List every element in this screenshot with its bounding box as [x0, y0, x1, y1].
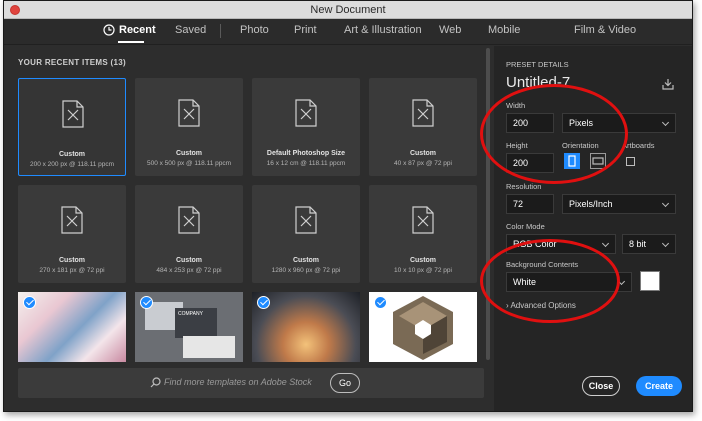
tab-recent[interactable]: Recent — [119, 24, 156, 36]
document-icon — [412, 99, 434, 127]
artboards-checkbox[interactable] — [626, 157, 635, 166]
background-color-swatch[interactable] — [640, 271, 660, 291]
preset-card-custom-200[interactable]: Custom 200 x 200 px @ 118.11 ppcm — [18, 78, 126, 176]
title-bar: New Document — [4, 1, 692, 19]
preset-card-custom-270[interactable]: Custom 270 x 181 px @ 72 ppi — [18, 185, 126, 283]
template-page: COMPANY — [175, 308, 217, 338]
close-button[interactable]: Close — [582, 376, 620, 396]
window-title: New Document — [310, 4, 386, 16]
category-tabs: Recent Saved Photo Print Art & Illustrat… — [4, 19, 692, 45]
preset-size: 16 x 12 cm @ 118.11 ppcm — [266, 160, 346, 167]
search-icon — [150, 377, 161, 388]
recent-image-watercolor[interactable] — [18, 292, 126, 362]
preset-size: 200 x 200 px @ 118.11 ppcm — [29, 161, 115, 168]
document-icon — [412, 206, 434, 234]
recent-items-scrollbar[interactable] — [486, 48, 490, 360]
preset-card-custom-1280[interactable]: Custom 1280 x 960 px @ 72 ppi — [252, 185, 360, 283]
tab-photo[interactable]: Photo — [240, 24, 269, 36]
adobe-stock-search-bar[interactable]: Find more templates on Adobe Stock Go — [18, 368, 484, 398]
preset-name: Custom — [409, 257, 437, 264]
tab-film-video[interactable]: Film & Video — [574, 24, 636, 36]
document-icon — [62, 100, 84, 128]
go-button[interactable]: Go — [330, 373, 360, 393]
preset-size: 270 x 181 px @ 72 ppi — [39, 267, 105, 274]
preset-size: 10 x 10 px @ 72 ppi — [394, 267, 452, 274]
document-icon — [178, 99, 200, 127]
recent-image-hexagon[interactable] — [369, 292, 477, 362]
create-button[interactable]: Create — [636, 376, 682, 396]
resolution-unit-select[interactable]: Pixels/Inch — [562, 194, 676, 214]
document-icon — [61, 206, 83, 234]
tab-divider — [220, 24, 221, 38]
annotation-circle-size — [480, 84, 628, 184]
preset-name: Custom — [58, 151, 86, 158]
preset-card-default-photoshop[interactable]: Default Photoshop Size 16 x 12 cm @ 118.… — [252, 78, 360, 176]
preset-card-custom-40[interactable]: Custom 40 x 87 px @ 72 ppi — [369, 78, 477, 176]
checkmark-icon — [140, 296, 153, 309]
preset-name: Custom — [175, 257, 203, 264]
preset-name: Default Photoshop Size — [266, 150, 346, 157]
preset-size: 484 x 253 px @ 72 ppi — [156, 267, 222, 274]
clock-icon — [103, 24, 115, 36]
preset-card-custom-484[interactable]: Custom 484 x 253 px @ 72 ppi — [135, 185, 243, 283]
checkmark-icon — [23, 296, 36, 309]
preset-card-custom-500[interactable]: Custom 500 x 500 px @ 118.11 ppcm — [135, 78, 243, 176]
recent-items-panel: YOUR RECENT ITEMS (13) Custom 200 x 200 … — [4, 46, 492, 411]
preset-size: 1280 x 960 px @ 72 ppi — [271, 267, 341, 274]
recent-image-sunset-photo[interactable] — [252, 292, 360, 362]
tab-saved[interactable]: Saved — [175, 24, 206, 36]
template-page — [183, 336, 235, 358]
checkmark-icon — [374, 296, 387, 309]
tab-web[interactable]: Web — [439, 24, 461, 36]
active-tab-indicator — [118, 41, 144, 43]
save-preset-icon[interactable] — [662, 79, 674, 90]
company-label: COMPANY — [178, 311, 203, 317]
bit-depth-select[interactable]: 8 bit — [622, 234, 676, 254]
preset-size: 40 x 87 px @ 72 ppi — [394, 160, 452, 167]
document-icon — [295, 99, 317, 127]
annotation-circle-background — [480, 239, 620, 323]
document-icon — [295, 206, 317, 234]
resolution-input[interactable]: 72 — [506, 194, 554, 214]
color-mode-label: Color Mode — [506, 222, 545, 231]
resolution-label: Resolution — [506, 182, 542, 191]
checkmark-icon — [257, 296, 270, 309]
stock-search-placeholder: Find more templates on Adobe Stock — [164, 377, 312, 387]
new-document-dialog: New Document Recent Saved Photo Print Ar… — [3, 0, 693, 412]
document-icon — [178, 206, 200, 234]
preset-card-custom-10[interactable]: Custom 10 x 10 px @ 72 ppi — [369, 185, 477, 283]
preset-name: Custom — [58, 257, 86, 264]
preset-name: Custom — [175, 150, 203, 157]
tab-mobile[interactable]: Mobile — [488, 24, 520, 36]
preset-size: 500 x 500 px @ 118.11 ppcm — [146, 160, 232, 167]
preset-name: Custom — [409, 150, 437, 157]
tab-art-illustration[interactable]: Art & Illustration — [344, 24, 422, 36]
preset-details-heading: PRESET DETAILS — [506, 60, 569, 69]
tab-print[interactable]: Print — [294, 24, 317, 36]
recent-items-heading: YOUR RECENT ITEMS (13) — [18, 58, 126, 67]
preset-name: Custom — [292, 257, 320, 264]
recent-image-company-template[interactable]: COMPANY — [135, 292, 243, 362]
